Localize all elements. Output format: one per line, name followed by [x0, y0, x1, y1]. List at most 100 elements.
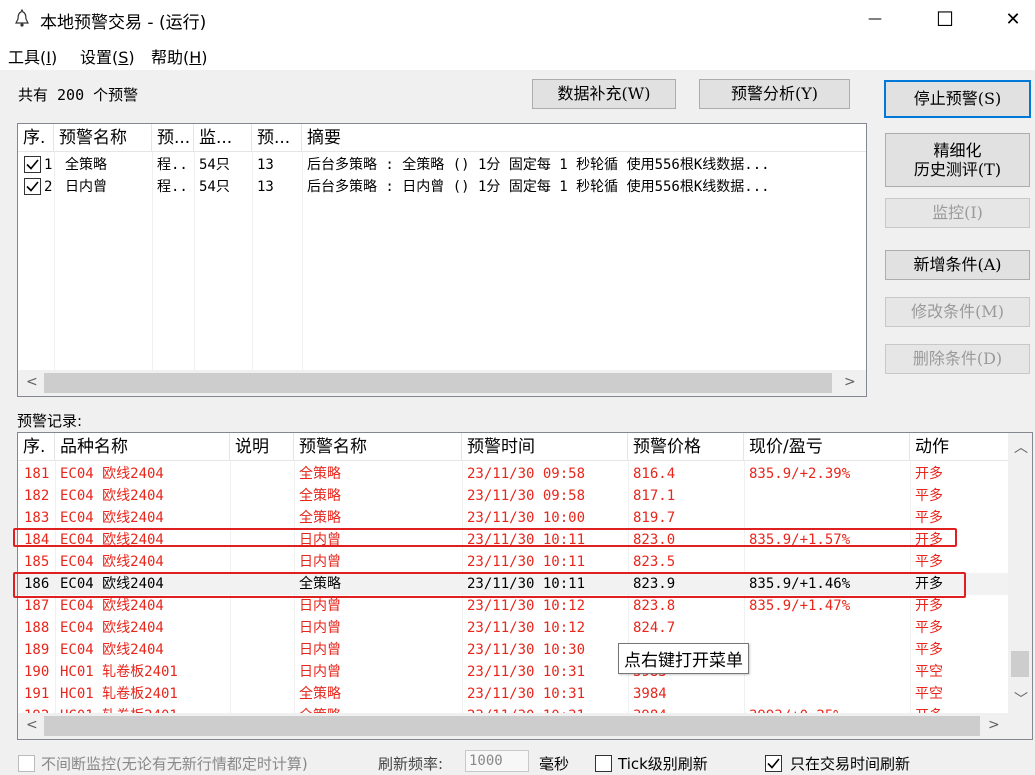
- row-action: 平多: [915, 642, 943, 658]
- row-note: [230, 573, 294, 595]
- col-header-alert-price[interactable]: 预警价格: [628, 433, 744, 461]
- context-menu-tooltip: 点右键打开菜单: [618, 643, 749, 674]
- scroll-thumb[interactable]: [44, 373, 832, 393]
- row-note: [230, 507, 294, 529]
- data-supplement-button[interactable]: 数据补充(W): [532, 79, 676, 109]
- col-header-c3[interactable]: 预...: [152, 124, 194, 152]
- records-label: 预警记录:: [17, 412, 83, 430]
- col-header-symbol[interactable]: 品种名称: [55, 433, 230, 461]
- tick-refresh-checkbox[interactable]: [595, 755, 612, 772]
- row-price-pnl: 835.9/+2.39%: [749, 466, 851, 482]
- table-row[interactable]: 191 HC01 轧卷板2401 全策略 23/11/30 10:31 3984 平空: [18, 683, 1008, 705]
- row-checkbox[interactable]: [24, 156, 41, 173]
- scroll-up-icon[interactable]: ︿: [1014, 437, 1028, 457]
- refresh-rate-input[interactable]: 1000: [465, 750, 529, 772]
- maximize-icon: ☐: [936, 7, 954, 31]
- minimize-button[interactable]: —: [852, 0, 898, 38]
- row-alert-time: 23/11/30 10:11: [467, 532, 586, 548]
- row-alert-name: 全策略: [299, 686, 341, 702]
- table-row[interactable]: 185 EC04 欧线2404 日内曾 23/11/30 10:11 823.5 平多: [18, 551, 1008, 573]
- stop-warning-button[interactable]: 停止预警(S): [884, 80, 1031, 118]
- row-c4: 54只: [199, 179, 230, 195]
- col-header-alert-name[interactable]: 预警名称: [294, 433, 462, 461]
- ms-label: 毫秒: [539, 755, 570, 773]
- row-alert-name: 日内曾: [299, 620, 341, 636]
- row-checkbox[interactable]: [24, 178, 41, 195]
- row-symbol: HC01 轧卷板2401: [60, 664, 178, 680]
- col-header-alert-time[interactable]: 预警时间: [462, 433, 628, 461]
- table-row[interactable]: 190HC01 轧卷板2401日内曾23/11/30 10:313983平空: [18, 661, 1008, 683]
- row-name: 日内曾: [65, 179, 107, 195]
- trading-hours-checkbox[interactable]: [765, 755, 782, 772]
- table-row[interactable]: 182 EC04 欧线2404 全策略 23/11/30 09:58 817.1 平多: [18, 485, 1008, 507]
- maximize-button[interactable]: ☐: [922, 0, 968, 38]
- row-note: [230, 551, 294, 573]
- records-hscrollbar[interactable]: < >: [18, 713, 1032, 739]
- col-header-summary[interactable]: 摘要: [302, 124, 866, 152]
- row-alert-price: 823.0: [633, 532, 676, 548]
- row-c3: 程..: [157, 157, 188, 173]
- row-no: 190: [24, 664, 50, 680]
- records-vscrollbar[interactable]: ︿ ﹀: [1008, 433, 1032, 713]
- minimize-icon: —: [868, 11, 882, 27]
- fine-backtest-label-line1: 精细化: [933, 140, 982, 160]
- table-row[interactable]: 183 EC04 欧线2404 全策略 23/11/30 10:00 819.7 平多: [18, 507, 1008, 529]
- row-price-pnl: [744, 617, 910, 639]
- row-price-pnl: [744, 683, 910, 705]
- strategy-hscrollbar[interactable]: < >: [18, 370, 866, 396]
- row-alert-time: 23/11/30 10:12: [467, 620, 586, 636]
- continuous-monitor-checkbox[interactable]: [18, 755, 35, 772]
- scroll-left-icon[interactable]: <: [26, 717, 38, 733]
- row-alert-name: 全策略: [299, 576, 341, 592]
- add-condition-button[interactable]: 新增条件(A): [885, 250, 1030, 280]
- close-button[interactable]: ✕: [990, 0, 1035, 38]
- modify-condition-button[interactable]: 修改条件(M): [885, 297, 1030, 327]
- refresh-rate-label: 刷新频率:: [378, 755, 444, 773]
- warning-analysis-button[interactable]: 预警分析(Y): [699, 79, 850, 109]
- menu-settings[interactable]: 设置(S): [80, 44, 135, 68]
- menu-help[interactable]: 帮助(H): [151, 44, 208, 68]
- scroll-thumb[interactable]: [1011, 651, 1029, 677]
- col-header-action[interactable]: 动作: [910, 433, 1008, 461]
- col-header-price-pnl[interactable]: 现价/盈亏: [744, 433, 910, 461]
- table-row[interactable]: 188 EC04 欧线2404 日内曾 23/11/30 10:12 824.7 平多: [18, 617, 1008, 639]
- row-symbol: EC04 欧线2404: [60, 554, 164, 570]
- table-row[interactable]: 187 EC04 欧线2404 日内曾 23/11/30 10:12 823.8 835.…: [18, 595, 1008, 617]
- scroll-right-icon[interactable]: >: [844, 374, 856, 390]
- row-symbol: EC04 欧线2404: [60, 532, 164, 548]
- table-row[interactable]: 189 EC04 欧线2404 日内曾 23/11/30 10:30 平多: [18, 639, 1008, 661]
- table-row[interactable]: 181 EC04 欧线2404 全策略 23/11/30 09:58 816.4 835.…: [18, 463, 1008, 485]
- row-action: 平多: [915, 554, 943, 570]
- scroll-left-icon[interactable]: <: [26, 374, 38, 390]
- col-header-c5[interactable]: 预...: [252, 124, 302, 152]
- row-alert-price: 823.9: [633, 576, 676, 592]
- row-alert-name: 日内曾: [299, 598, 341, 614]
- col-header-name[interactable]: 预警名称: [54, 124, 152, 152]
- col-header-c4[interactable]: 监...: [194, 124, 252, 152]
- scroll-thumb[interactable]: [44, 716, 980, 736]
- row-symbol: HC01 轧卷板2401: [60, 686, 178, 702]
- row-price-pnl: [744, 485, 910, 507]
- row-c5: 13: [257, 157, 274, 173]
- table-row[interactable]: 1 全策略 程.. 54只 13 后台多策略 : 全策略 () 1分 固定每 1…: [18, 154, 866, 176]
- table-row[interactable]: 184 EC04 欧线2404 日内曾 23/11/30 10:11 823.0 835.…: [18, 529, 1008, 551]
- tick-refresh-label: Tick级别刷新: [618, 755, 708, 773]
- scroll-down-icon[interactable]: ﹀: [1014, 689, 1028, 709]
- menu-tools[interactable]: 工具(I): [8, 44, 57, 68]
- scroll-right-icon[interactable]: >: [988, 717, 1000, 733]
- row-symbol: EC04 欧线2404: [60, 510, 164, 526]
- col-header-note[interactable]: 说明: [230, 433, 294, 461]
- row-alert-name: 日内曾: [299, 664, 341, 680]
- row-price-pnl: [744, 551, 910, 573]
- records-table-header: 序. 品种名称 说明 预警名称 预警时间 预警价格 现价/盈亏 动作: [18, 433, 1008, 461]
- col-header-no[interactable]: 序.: [18, 433, 55, 461]
- col-header-no[interactable]: 序.: [18, 124, 54, 152]
- row-c4: 54只: [199, 157, 230, 173]
- monitor-button[interactable]: 监控(I): [885, 198, 1030, 228]
- delete-condition-button[interactable]: 删除条件(D): [885, 344, 1030, 374]
- row-alert-name: 全策略: [299, 510, 341, 526]
- row-alert-time: 23/11/30 09:58: [467, 488, 586, 504]
- table-row[interactable]: 186 EC04 欧线2404 全策略 23/11/30 10:11 823.9 835.…: [18, 573, 1008, 595]
- fine-backtest-button[interactable]: 精细化 历史测评(T): [885, 133, 1030, 187]
- table-row[interactable]: 2 日内曾 程.. 54只 13 后台多策略 : 日内曾 () 1分 固定每 1…: [18, 176, 866, 198]
